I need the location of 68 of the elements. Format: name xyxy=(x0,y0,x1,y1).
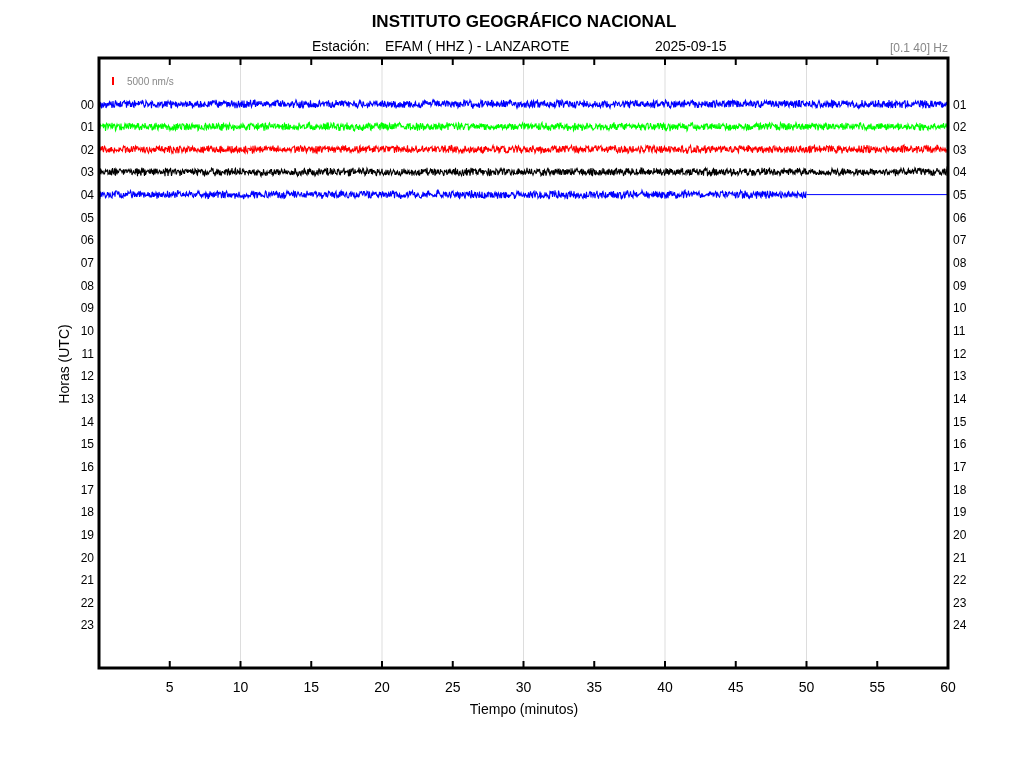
hour-label: 13 xyxy=(953,369,967,384)
hour-label: 21 xyxy=(953,550,967,565)
hour-label: 08 xyxy=(953,256,967,271)
hour-label: 17 xyxy=(953,459,967,474)
hour-label: 24 xyxy=(953,618,967,633)
x-tick-label: 15 xyxy=(303,679,320,695)
hour-label: 14 xyxy=(953,391,967,406)
scale-label: 5000 nm/s xyxy=(127,76,174,87)
hour-label: 20 xyxy=(80,550,94,565)
hour-label: 01 xyxy=(80,120,94,135)
hour-label: 12 xyxy=(953,346,967,361)
hour-label: 20 xyxy=(953,527,967,542)
x-tick-label: 40 xyxy=(657,679,673,695)
hour-label: 12 xyxy=(80,369,94,384)
hour-label: 16 xyxy=(80,459,94,474)
hour-label: 19 xyxy=(80,527,94,542)
y-axis-label: Horas (UTC) xyxy=(56,324,72,404)
hour-label: 18 xyxy=(953,482,967,497)
filter-label: [0.1 40] Hz xyxy=(889,41,948,55)
date-label: 2025-09-15 xyxy=(655,38,727,54)
hour-label: 05 xyxy=(953,188,967,203)
station-label: Estación: xyxy=(312,38,370,54)
x-tick-label: 10 xyxy=(232,679,249,695)
hour-label: 02 xyxy=(953,120,967,135)
hour-label: 00 xyxy=(80,97,94,112)
hour-label: 19 xyxy=(953,505,967,520)
hour-label: 02 xyxy=(80,142,94,157)
hour-label: 13 xyxy=(80,391,94,406)
x-tick-label: 20 xyxy=(374,679,390,695)
station-name: EFAM ( HHZ ) - LANZAROTE xyxy=(385,38,570,54)
x-tick-label: 55 xyxy=(869,679,886,695)
x-tick-label: 30 xyxy=(515,679,532,695)
hour-label: 10 xyxy=(80,324,94,338)
hour-label: 17 xyxy=(80,482,94,497)
hour-label: 01 xyxy=(953,97,967,112)
hour-label: 03 xyxy=(953,142,967,157)
hour-label: 09 xyxy=(80,301,94,316)
hour-label: 15 xyxy=(953,414,967,429)
hour-label: 04 xyxy=(953,165,967,180)
hour-label: 22 xyxy=(80,595,94,610)
x-axis-label: Tiempo (minutos) xyxy=(469,701,579,717)
hour-label: 21 xyxy=(80,573,94,588)
hour-label: 10 xyxy=(953,301,967,316)
hour-label: 03 xyxy=(80,165,94,180)
hour-label: 07 xyxy=(953,233,967,248)
x-tick-label: 5 xyxy=(165,679,174,695)
x-tick-label: 35 xyxy=(586,679,603,695)
hour-label: 04 xyxy=(80,188,94,203)
hour-label: 14 xyxy=(80,414,94,429)
hour-label: 11 xyxy=(81,346,94,361)
hour-label: 06 xyxy=(80,233,94,248)
hour-label: 05 xyxy=(80,210,94,225)
hour-label: 23 xyxy=(953,595,967,610)
hour-label: 09 xyxy=(953,278,967,293)
chart-title: INSTITUTO GEOGRÁFICO NACIONAL xyxy=(371,12,677,31)
hour-label: 22 xyxy=(953,573,967,588)
hour-label: 06 xyxy=(953,210,967,225)
x-tick-label: 25 xyxy=(444,679,461,695)
hour-label: 18 xyxy=(80,505,94,520)
x-tick-label: 60 xyxy=(940,679,956,695)
x-tick-label: 45 xyxy=(727,679,744,695)
hour-label: 16 xyxy=(953,437,967,452)
hour-label: 23 xyxy=(80,618,94,633)
x-tick-label: 50 xyxy=(798,679,815,695)
hour-label: 11 xyxy=(953,324,966,338)
hour-label: 08 xyxy=(80,278,94,293)
hour-label: 07 xyxy=(80,256,94,271)
hour-label: 15 xyxy=(80,437,94,452)
